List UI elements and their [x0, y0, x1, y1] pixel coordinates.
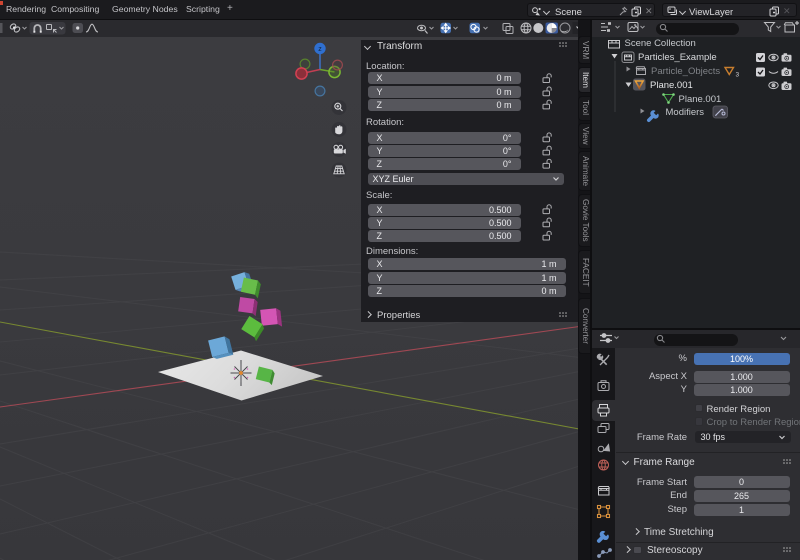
svg-text:z: z	[318, 46, 322, 53]
svg-text:3: 3	[736, 72, 740, 79]
